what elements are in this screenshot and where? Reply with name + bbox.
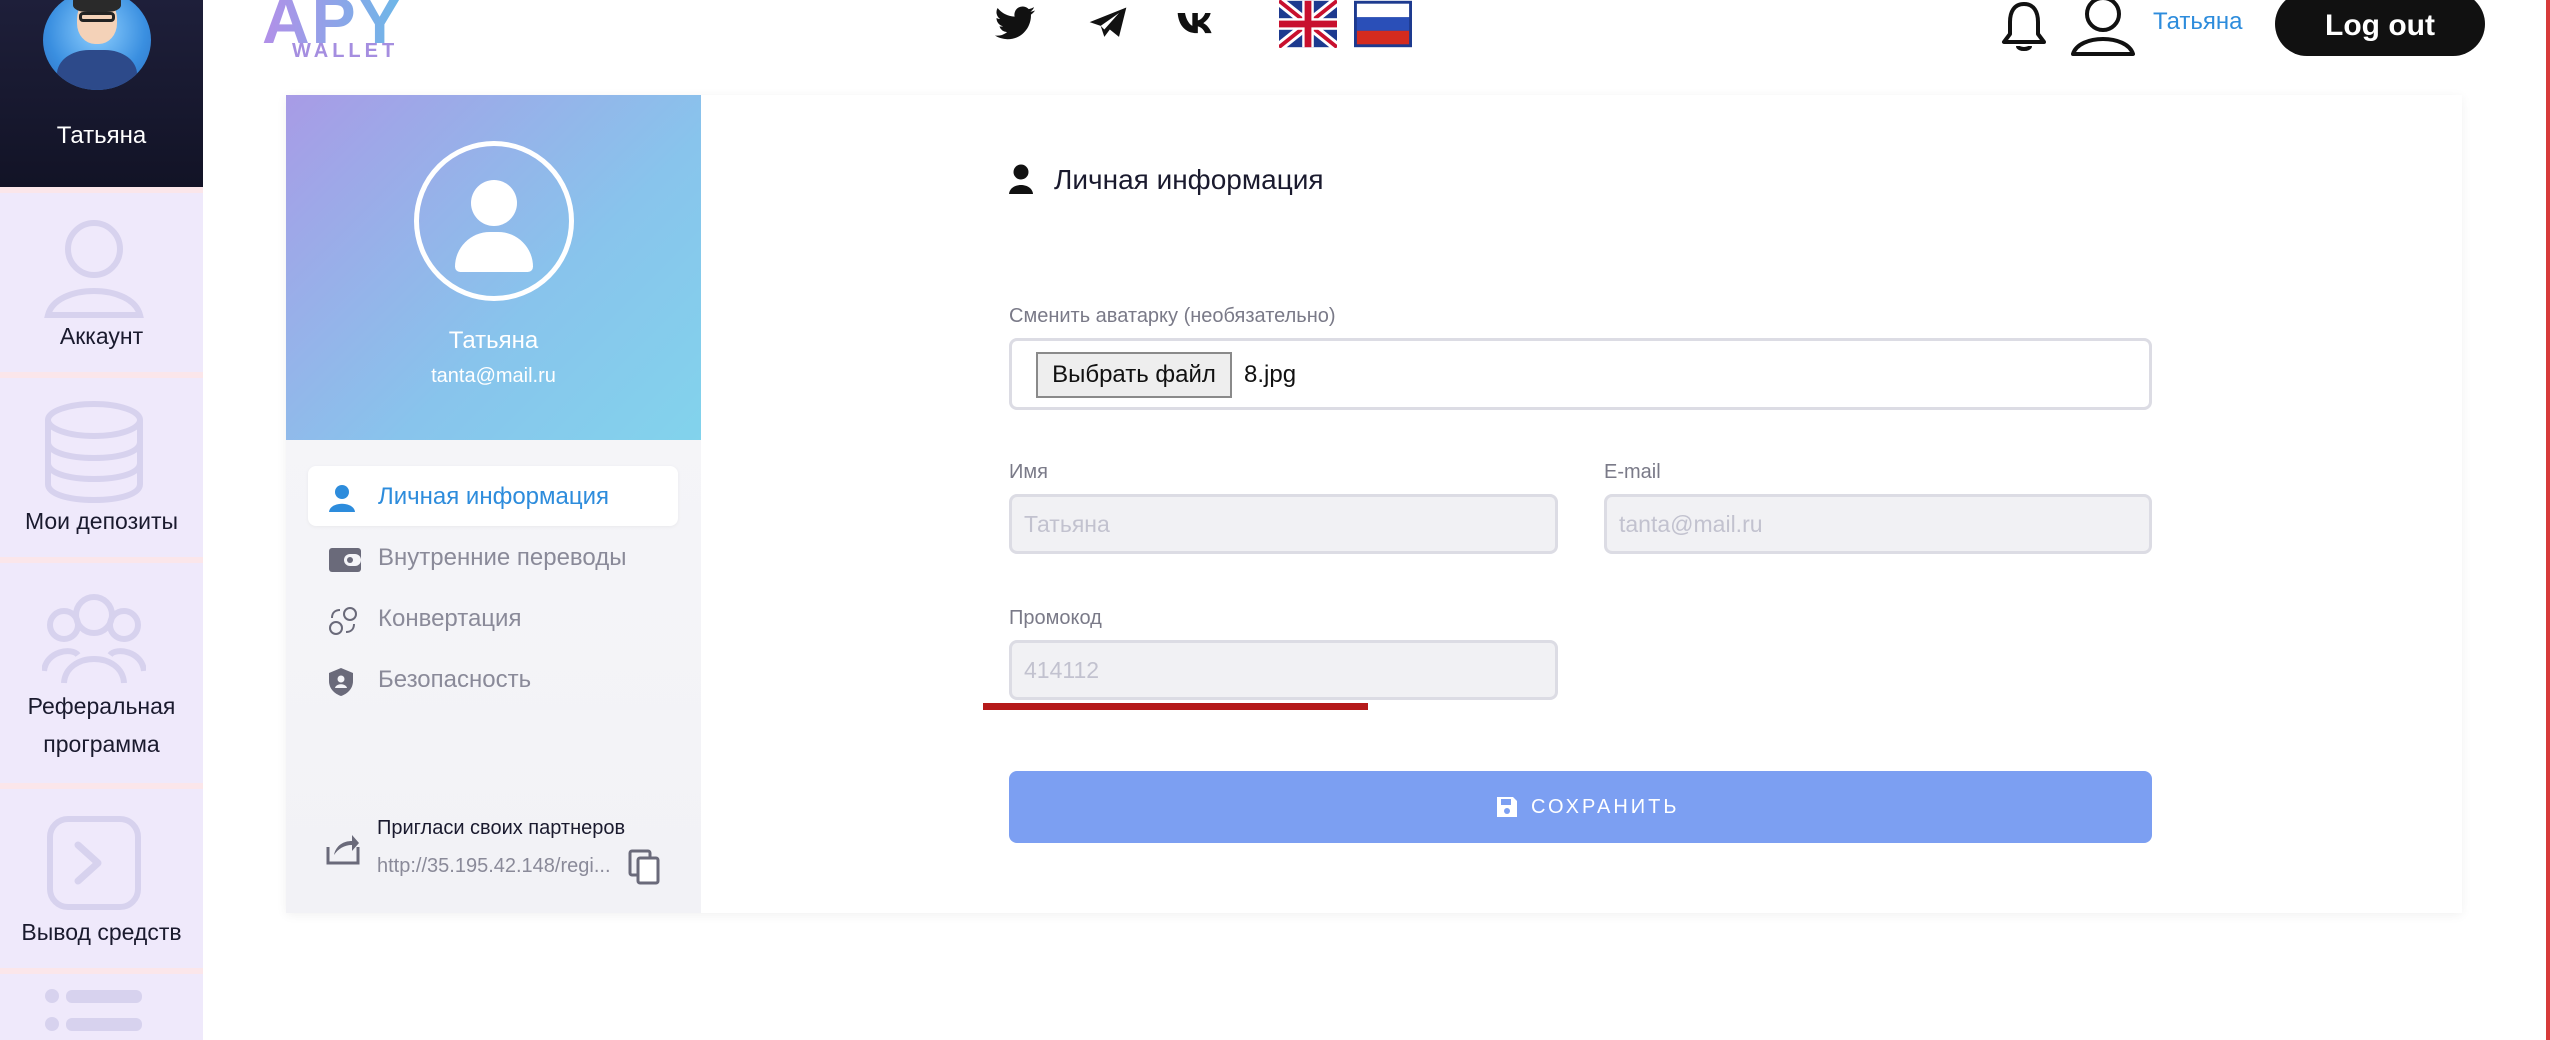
save-button-label: СОХРАНИТЬ: [1531, 796, 1680, 818]
flag-ru-icon[interactable]: [1354, 0, 1412, 48]
sidebar-item-more[interactable]: [0, 968, 203, 1040]
copy-icon[interactable]: [628, 849, 660, 885]
profile-name: Татьяна: [448, 327, 539, 354]
email-field[interactable]: tanta@mail.ru: [1604, 494, 2152, 554]
left-sidebar: Татьяна Аккаунт Мои депозиты Реферальная…: [0, 0, 203, 1040]
save-button[interactable]: СОХРАНИТЬ: [1009, 771, 2152, 843]
terminal-icon: [47, 816, 141, 910]
sidebar-item-account[interactable]: Аккаунт: [0, 187, 203, 372]
sidebar-item-deposits[interactable]: Мои депозиты: [0, 372, 203, 557]
profile-menu-internal-transfers[interactable]: Внутренние переводы: [308, 527, 678, 587]
logo-subtitle: WALLET: [292, 40, 399, 62]
share-icon: [326, 835, 360, 865]
sidebar-item-label: Аккаунт: [59, 323, 144, 349]
profile-menu-label: Конвертация: [378, 605, 522, 632]
sidebar-item-label-2: программа: [43, 731, 160, 757]
shield-icon: [329, 668, 353, 696]
profile-menu-conversion[interactable]: Конвертация: [308, 588, 678, 648]
sidebar-item-referral[interactable]: Реферальная программа: [0, 557, 203, 783]
exchange-icon: [329, 607, 357, 635]
avatar: [43, 0, 151, 90]
profile-header: Татьяна tanta@mail.ru: [286, 95, 701, 440]
sidebar-item-label: Вывод средств: [21, 919, 182, 945]
name-field[interactable]: Татьяна: [1009, 494, 1558, 554]
promo-field[interactable]: 414112: [1009, 640, 1558, 700]
sidebar-item-label: Реферальная: [27, 693, 176, 719]
promo-field-label: Промокод: [1009, 607, 1102, 629]
name-field-label: Имя: [1009, 461, 1048, 483]
choose-file-button[interactable]: Выбрать файл: [1036, 352, 1232, 398]
vk-icon[interactable]: [1174, 2, 1218, 46]
promo-underline: [983, 703, 1368, 710]
floppy-disk-icon: [1497, 797, 1517, 817]
sidebar-user-block[interactable]: Татьяна: [0, 0, 203, 187]
profile-avatar: [414, 141, 574, 301]
user-icon: [329, 485, 355, 512]
sidebar-item-withdraw[interactable]: Вывод средств: [0, 783, 203, 968]
profile-menu-security[interactable]: Безопасность: [308, 649, 678, 709]
user-icon: [1009, 164, 1033, 194]
right-edge-bar: [2546, 0, 2550, 1040]
profile-email: tanta@mail.ru: [431, 365, 556, 387]
flag-en-icon[interactable]: [1279, 0, 1337, 48]
user-icon[interactable]: [2071, 0, 2135, 56]
logout-button[interactable]: Log out: [2275, 0, 2485, 56]
sidebar-item-label: Мои депозиты: [24, 508, 179, 534]
logo[interactable]: APY WALLET: [262, 0, 432, 62]
users-icon: [42, 594, 146, 684]
profile-menu-personal-info[interactable]: Личная информация: [308, 466, 678, 526]
bell-icon[interactable]: [2000, 0, 2048, 52]
section-title: Личная информация: [1054, 164, 1324, 195]
database-icon: [45, 401, 143, 504]
wallet-icon: [329, 548, 361, 572]
avatar-file-input[interactable]: Выбрать файл 8.jpg: [1009, 338, 2152, 410]
invite-title: Пригласи своих партнеров: [377, 817, 626, 839]
header-user-name[interactable]: Татьяна: [2153, 8, 2243, 36]
file-name: 8.jpg: [1244, 361, 1297, 388]
list-icon: [45, 989, 142, 1031]
profile-menu-label: Личная информация: [378, 483, 610, 510]
invite-link[interactable]: http://35.195.42.148/regi...: [377, 855, 617, 878]
twitter-icon[interactable]: [993, 2, 1037, 46]
profile-menu-label: Безопасность: [378, 666, 532, 693]
profile-menu-label: Внутренние переводы: [378, 544, 627, 571]
sidebar-user-name: Татьяна: [56, 122, 147, 149]
telegram-icon[interactable]: [1086, 2, 1130, 46]
user-icon: [44, 220, 144, 318]
profile-panel: Татьяна tanta@mail.ru Личная информация …: [286, 95, 701, 913]
email-field-label: E-mail: [1604, 461, 1661, 483]
avatar-field-label: Сменить аватарку (необязательно): [1009, 305, 1336, 327]
